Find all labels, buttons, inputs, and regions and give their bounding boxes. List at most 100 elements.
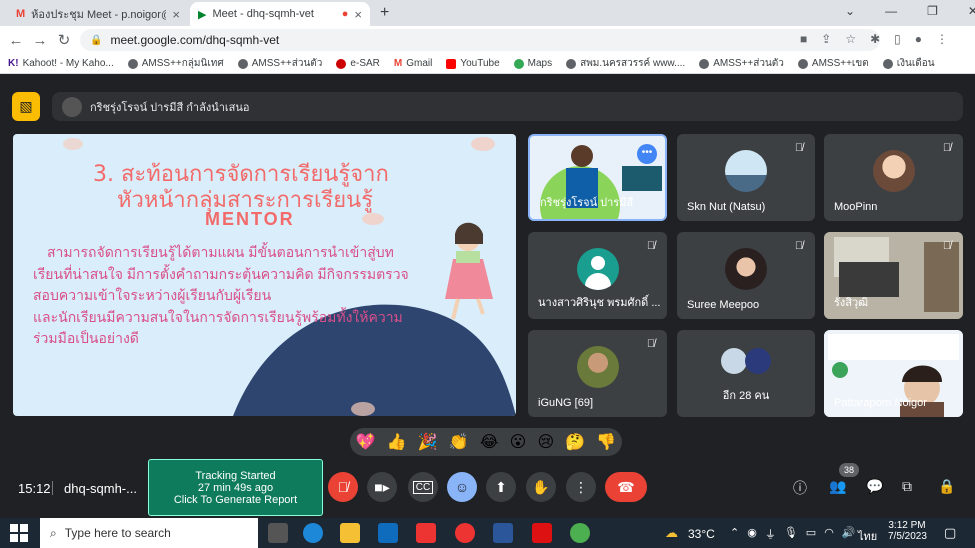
- reload-icon[interactable]: ↻: [52, 31, 76, 49]
- windows-start-icon[interactable]: [10, 524, 28, 542]
- menu-icon[interactable]: ⋮: [936, 32, 948, 46]
- reaction-heart[interactable]: 💖: [356, 432, 376, 452]
- chat-icon[interactable]: 💬: [866, 478, 883, 495]
- participant-tile[interactable]: 🎙̸ MooPinn: [824, 134, 963, 221]
- participant-tile[interactable]: 🎙̸ รังสิวุฒิ: [824, 232, 963, 319]
- bookmark-item[interactable]: AMSS++กลุ่มนิเทศ: [127, 56, 224, 71]
- address-bar[interactable]: 🔒 meet.google.com/dhq-sqmh-vet: [80, 29, 880, 51]
- volume-icon[interactable]: 🔊: [842, 526, 856, 542]
- reaction-clap[interactable]: 👏: [449, 432, 469, 452]
- mic-off-icon: 🎙̸: [646, 240, 656, 252]
- chevron-up-icon[interactable]: ⌃: [730, 526, 739, 542]
- participant-tile[interactable]: 🎙̸ นางสาวศิรินุช พรมศักดิ์ ...: [528, 232, 667, 319]
- emoji-button[interactable]: ☺: [447, 472, 477, 502]
- bookmark-item[interactable]: YouTube: [446, 58, 500, 69]
- more-options-icon[interactable]: •••: [637, 144, 657, 164]
- reactions-bar: 💖 👍 🎉 👏 😂 😮 😢 🤔 👎: [350, 428, 622, 456]
- host-controls-icon[interactable]: 🔒: [938, 478, 955, 495]
- mic-icon[interactable]: 🎙: [784, 526, 798, 542]
- reaction-party[interactable]: 🎉: [418, 432, 438, 452]
- smile-icon: ☺: [454, 479, 470, 495]
- tracking-report-button[interactable]: Tracking Started 27 min 49s ago Click To…: [148, 459, 323, 516]
- restore-icon[interactable]: ❐: [927, 4, 938, 18]
- acrobat-icon[interactable]: [532, 523, 552, 543]
- reaction-sad[interactable]: 😢: [537, 432, 554, 452]
- camera-toggle-button[interactable]: ■▸: [367, 472, 397, 502]
- language-indicator[interactable]: ไทย: [858, 527, 877, 545]
- present-button[interactable]: ⬆: [486, 472, 516, 502]
- bookmark-item[interactable]: AMSS++ส่วนตัว: [237, 56, 322, 71]
- taskbar-search-input[interactable]: ⌕ Type here to search: [40, 518, 258, 548]
- task-view-icon[interactable]: [268, 523, 288, 543]
- people-icon[interactable]: 👥: [829, 478, 846, 495]
- tray-app-icon[interactable]: ◉: [747, 526, 757, 542]
- slide-body: สามารถจัดการเรียนรู้ได้ตามแผน มีขั้นตอนก…: [33, 244, 409, 346]
- participant-tile[interactable]: ••• กริชรุ่งโรจน์ ปารมีสี: [528, 134, 667, 221]
- new-tab-button[interactable]: +: [380, 4, 389, 22]
- wps-icon[interactable]: [416, 523, 436, 543]
- leave-call-button[interactable]: ☎: [605, 472, 647, 502]
- reaction-thinking[interactable]: 🤔: [565, 432, 585, 452]
- taskbar-clock[interactable]: 3:12 PM 7/5/2023: [888, 520, 927, 542]
- close-icon[interactable]: ×: [172, 7, 180, 22]
- tab-meet-room[interactable]: M ห้องประชุม Meet - p.noigor@gmai ×: [8, 2, 188, 26]
- raise-hand-button[interactable]: ✋: [526, 472, 556, 502]
- reaction-surprised[interactable]: 😮: [510, 432, 527, 452]
- bookmark-item[interactable]: เงินเดือน: [882, 56, 935, 71]
- reaction-thumbs-down[interactable]: 👎: [596, 432, 616, 452]
- search-icon: ⌕: [50, 525, 57, 540]
- presenter-text: กริชรุ่งโรจน์ ปารมีสี กำลังนำเสนอ: [90, 101, 250, 114]
- chevron-down-icon[interactable]: ⌄: [845, 4, 855, 18]
- tab-meet-active[interactable]: ▶ Meet - dhq-sqmh-vet ● ×: [190, 2, 370, 26]
- esar-icon: [336, 58, 347, 69]
- avatar[interactable]: ●: [915, 32, 922, 46]
- star-icon[interactable]: ☆: [845, 32, 856, 46]
- avatar: [745, 348, 771, 374]
- usb-icon[interactable]: ⏚: [765, 526, 776, 542]
- battery-icon[interactable]: ▭: [806, 526, 816, 542]
- mic-toggle-button[interactable]: 🎙̸: [328, 472, 358, 502]
- bookmark-item[interactable]: AMSS++เขต: [797, 56, 869, 71]
- participant-tile[interactable]: 🎙̸ Suree Meepoo: [677, 232, 815, 319]
- participant-tile[interactable]: 🎙̸ Skn Nut (Natsu): [677, 134, 815, 221]
- globe-icon: [882, 58, 893, 69]
- bookmark-item[interactable]: M Gmail: [394, 58, 432, 69]
- forward-icon[interactable]: →: [28, 32, 52, 49]
- edge-icon[interactable]: [303, 523, 323, 543]
- extensions-icon[interactable]: ✱: [870, 32, 880, 46]
- close-icon[interactable]: ✕: [968, 4, 975, 18]
- bookmark-item[interactable]: e-SAR: [336, 58, 380, 69]
- minimize-icon[interactable]: —: [885, 4, 897, 18]
- participant-tile-others[interactable]: อีก 28 คน: [677, 330, 815, 417]
- bookmark-item[interactable]: AMSS++ส่วนตัว: [699, 56, 784, 71]
- captions-button[interactable]: CC: [408, 472, 438, 502]
- word-icon[interactable]: [493, 523, 513, 543]
- participant-tile[interactable]: 🎙̸ iGuNG [69]: [528, 330, 667, 417]
- stop-presenting-icon[interactable]: ▧: [12, 92, 40, 121]
- back-icon[interactable]: ←: [4, 32, 28, 49]
- camera-icon[interactable]: ■: [800, 32, 807, 46]
- participant-tile-self[interactable]: 🎙̸ Pattaraporn Noigor: [824, 330, 963, 417]
- activities-icon[interactable]: ⧉: [902, 478, 912, 495]
- bookmark-item[interactable]: K! Kahoot! - My Kaho...: [8, 58, 114, 69]
- close-icon[interactable]: ×: [354, 7, 362, 22]
- reaction-thumbs-up[interactable]: 👍: [387, 432, 407, 452]
- opera-icon[interactable]: [455, 523, 475, 543]
- sidepanel-icon[interactable]: ▯: [894, 32, 901, 46]
- bookmark-item[interactable]: Maps: [513, 58, 552, 69]
- more-options-button[interactable]: ⋮: [566, 472, 596, 502]
- weather-temp[interactable]: 33°C: [688, 527, 715, 541]
- globe-icon: [699, 58, 710, 69]
- meet-icon: ▶: [198, 8, 207, 21]
- bookmark-item[interactable]: สพม.นครสวรรค์ www....: [566, 56, 685, 71]
- camera-icon: ■▸: [374, 478, 390, 495]
- info-icon[interactable]: ⓘ: [793, 478, 807, 498]
- reaction-laugh[interactable]: 😂: [480, 432, 499, 452]
- wifi-icon[interactable]: ◠: [824, 526, 834, 542]
- mail-icon[interactable]: [378, 523, 398, 543]
- share-icon[interactable]: ⇪: [821, 32, 831, 46]
- people-count-badge: 38: [839, 463, 859, 477]
- chrome-icon[interactable]: [570, 523, 590, 543]
- notifications-icon[interactable]: ▢: [944, 525, 956, 541]
- file-explorer-icon[interactable]: [340, 523, 360, 543]
